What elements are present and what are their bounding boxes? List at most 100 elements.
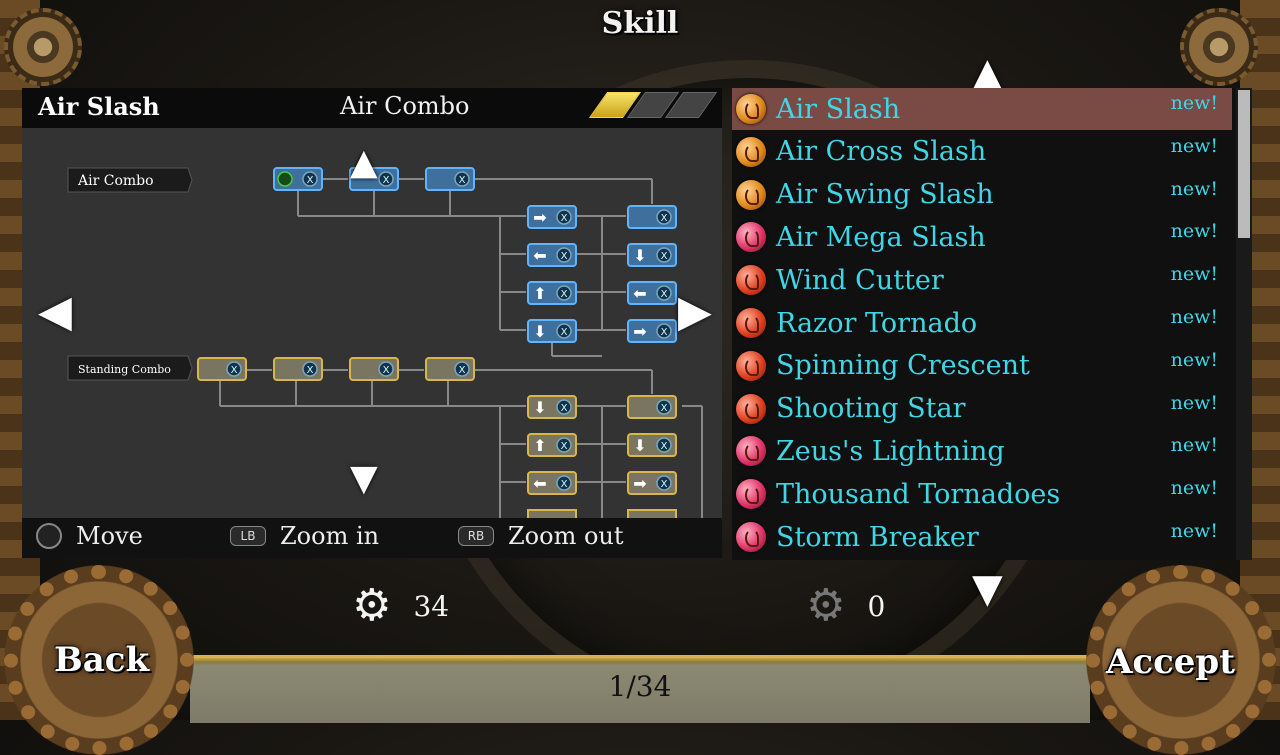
x-button-glyph: X (561, 213, 568, 224)
points-available-value: 34 (413, 589, 450, 623)
skill-points-available: ⚙ 34 (352, 580, 450, 631)
new-badge: new! (1170, 134, 1218, 157)
scroll-left-arrow-icon[interactable]: ◀ (38, 286, 72, 337)
list-down-arrow-icon[interactable]: ▼ (972, 566, 1003, 612)
skill-name-label: Air Mega Slash (776, 221, 986, 253)
x-button-glyph: X (459, 365, 466, 376)
gear-icon: ⚙ (352, 580, 392, 631)
combo-label-text: Standing Combo (78, 363, 171, 376)
skill-name-label: Air Swing Slash (776, 179, 994, 211)
skill-list-item[interactable]: Wind Cutter new! (732, 259, 1232, 301)
skill-orb-icon (736, 479, 766, 510)
skill-list-item[interactable]: Shooting Star new! (732, 388, 1232, 430)
new-badge: new! (1170, 306, 1218, 328)
direction-arrow-icon: ⬇ (533, 322, 546, 341)
hint-zoom-in-label: Zoom in (280, 522, 380, 550)
skill-name-label: Wind Cutter (776, 264, 944, 296)
skill-list-item[interactable]: Air Slash new! (732, 88, 1232, 130)
page-indicator: 1/34 (608, 670, 672, 703)
direction-arrow-icon: ⬇ (533, 398, 546, 417)
x-button-glyph: X (661, 327, 668, 338)
skill-name-label: Thousand Tornadoes (776, 478, 1061, 510)
new-badge: new! (1170, 520, 1218, 542)
skill-list-item[interactable]: Razor Tornado new! (732, 302, 1232, 344)
x-button-glyph: X (661, 289, 668, 300)
combo-node (527, 509, 577, 518)
skill-orb-icon (736, 136, 766, 167)
hint-zoom-out: RB Zoom out (458, 522, 624, 550)
direction-arrow-icon: ⬇ (633, 246, 646, 265)
skill-list-item[interactable]: Storm Breaker new! (732, 516, 1232, 558)
skill-name-label: Air Cross Slash (776, 136, 987, 168)
scroll-up-arrow-icon[interactable]: ▲ (350, 142, 378, 183)
skill-list-item[interactable]: Air Swing Slash new! (732, 174, 1232, 216)
skill-name-label: Spinning Crescent (776, 350, 1030, 382)
hint-move: Move (36, 522, 143, 550)
new-badge: new! (1170, 391, 1218, 414)
x-button-glyph: X (459, 175, 466, 186)
lb-button-icon: LB (230, 526, 266, 546)
skill-orb-icon (736, 436, 766, 467)
combo-node (627, 509, 677, 518)
new-badge: new! (1170, 477, 1218, 500)
new-badge: new! (1170, 220, 1218, 243)
x-button-glyph: X (307, 175, 314, 186)
pager-bar: 1/34 (190, 655, 1090, 723)
x-button-glyph: X (561, 441, 568, 452)
direction-arrow-icon: ➡ (633, 322, 646, 341)
skill-name-label: Shooting Star (776, 393, 966, 425)
x-button-glyph: X (383, 175, 390, 186)
direction-arrow-icon: ➡ (633, 474, 646, 493)
skill-level-indicator (588, 92, 718, 118)
accept-button-label: Accept (1106, 642, 1235, 682)
skill-name-label: Razor Tornado (776, 307, 978, 339)
new-badge: new! (1170, 263, 1218, 286)
screen-title: Skill (601, 6, 679, 41)
hint-zoom-in: LB Zoom in (230, 522, 379, 550)
direction-arrow-icon: ⬅ (633, 284, 646, 303)
direction-arrow-icon: ⬆ (533, 284, 546, 303)
skill-list-item[interactable]: Zeus's Lightning new! (732, 430, 1232, 472)
x-button-glyph: X (561, 327, 568, 338)
direction-arrow-icon: ⬅ (533, 246, 546, 265)
skill-list-item[interactable]: Air Cross Slash new! (732, 131, 1232, 173)
x-button-glyph: X (561, 403, 568, 414)
scroll-right-arrow-icon[interactable]: ▶ (678, 286, 712, 337)
skill-orb-icon (736, 350, 766, 381)
skill-name-label: Storm Breaker (776, 521, 979, 553)
skill-list-item[interactable]: Thousand Tornadoes new! (732, 473, 1232, 515)
skill-orb-icon (736, 393, 766, 424)
skill-orb-icon (736, 94, 766, 124)
direction-arrow-icon: ⬇ (633, 436, 646, 455)
skill-name: Air Slash (38, 92, 160, 121)
new-badge: new! (1170, 348, 1218, 371)
x-button-glyph: X (661, 403, 668, 414)
x-button-glyph: X (561, 251, 568, 262)
x-button-glyph: X (307, 365, 314, 376)
skill-orb-icon (736, 265, 766, 296)
new-badge: new! (1170, 92, 1218, 114)
scroll-down-arrow-icon[interactable]: ▼ (350, 458, 378, 499)
skill-list-item[interactable]: Spinning Crescent new! (732, 345, 1232, 387)
x-button-glyph: X (661, 479, 668, 490)
control-hints: Move LB Zoom in RB Zoom out (22, 518, 722, 558)
back-button-label: Back (54, 640, 150, 680)
list-scrollbar[interactable] (1236, 88, 1252, 560)
x-button-glyph: X (383, 365, 390, 376)
points-cost-value: 0 (867, 589, 886, 623)
a-button-icon (277, 171, 293, 187)
skill-orb-icon (736, 179, 766, 210)
skill-orb-icon (736, 522, 766, 552)
skill-list-item[interactable]: Air Mega Slash new! (732, 216, 1232, 258)
skill-points-cost: ⚙ 0 (806, 584, 886, 628)
combo-type: Air Combo (340, 92, 470, 120)
skill-orb-icon (736, 308, 766, 338)
x-button-glyph: X (661, 213, 668, 224)
new-badge: new! (1170, 434, 1218, 457)
skill-name-label: Zeus's Lightning (776, 435, 1005, 467)
direction-arrow-icon: ⬆ (533, 436, 546, 455)
scrollbar-thumb[interactable] (1238, 90, 1250, 238)
skill-list: Air Slash new! Air Cross Slash new! Air Swin… (732, 88, 1252, 560)
hint-zoom-out-label: Zoom out (508, 522, 624, 550)
x-button-glyph: X (661, 441, 668, 452)
